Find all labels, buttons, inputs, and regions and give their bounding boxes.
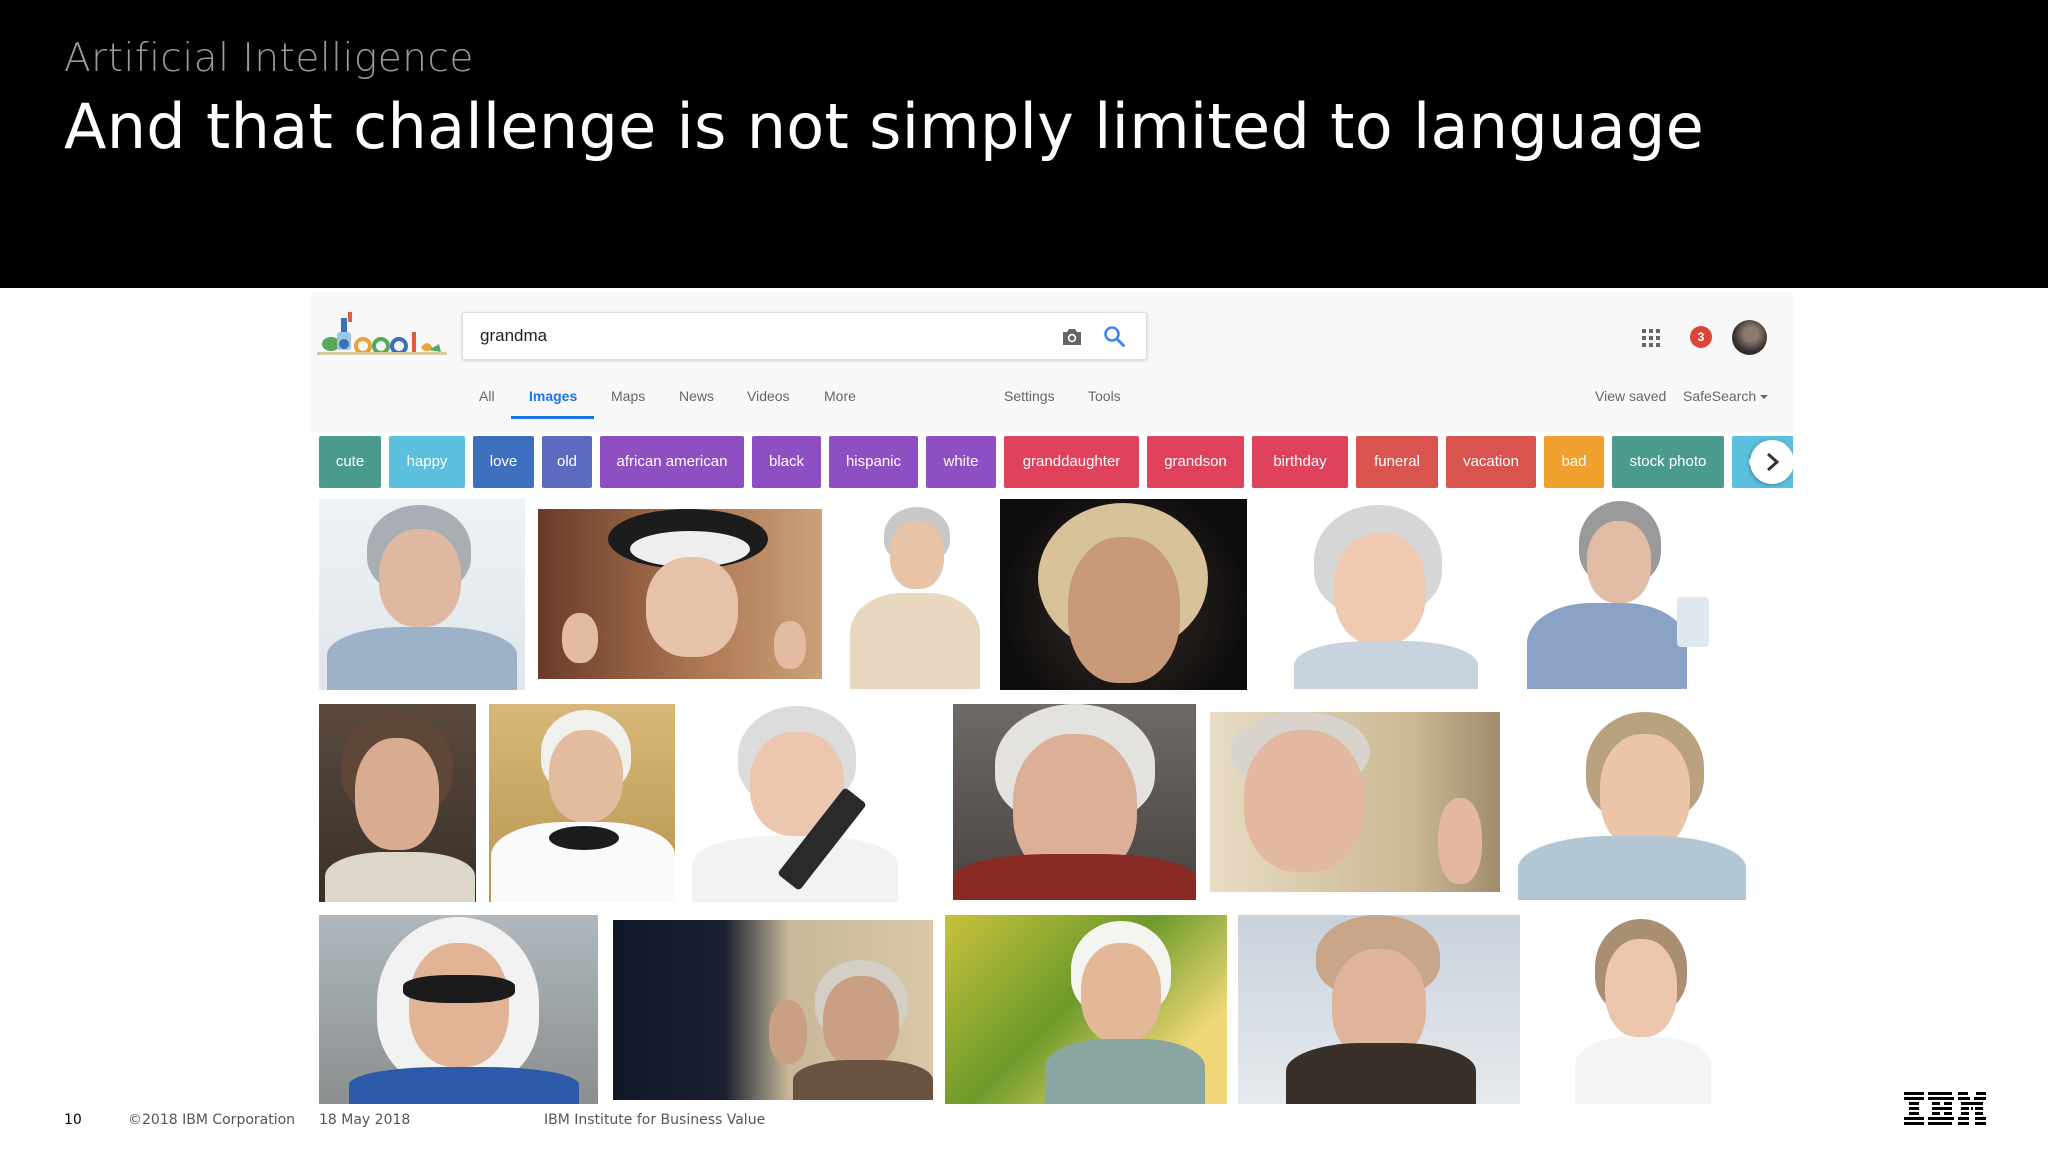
tab-all[interactable]: All [479, 388, 495, 418]
image-result[interactable] [489, 704, 675, 902]
tab-more[interactable]: More [824, 388, 856, 418]
image-result[interactable] [1238, 915, 1520, 1104]
tab-images[interactable]: Images [529, 388, 577, 418]
slide-date: 18 May 2018 [319, 1112, 411, 1128]
image-result[interactable] [945, 915, 1227, 1104]
chip-cute[interactable]: cute [319, 436, 381, 488]
chips-next-button[interactable] [1750, 440, 1793, 484]
chip-vacation[interactable]: vacation [1446, 436, 1536, 488]
ibm-logo [1904, 1092, 1986, 1125]
page-number: 10 [64, 1112, 82, 1128]
active-tab-indicator [511, 416, 594, 419]
chip-granddaughter[interactable]: granddaughter [1004, 436, 1139, 488]
image-search-screenshot: grandma 3 All Images Maps News Videos Mo… [311, 292, 1793, 1114]
chip-stock-photo[interactable]: stock photo [1612, 436, 1724, 488]
tab-maps[interactable]: Maps [611, 388, 645, 418]
slide-header: Artificial Intelligence And that challen… [0, 0, 2048, 288]
related-search-chips: cute happy love old african american bla… [319, 436, 1793, 488]
image-result[interactable] [1276, 499, 1486, 689]
image-result[interactable] [953, 704, 1196, 900]
chip-love[interactable]: love [473, 436, 534, 488]
chip-grandson[interactable]: grandson [1147, 436, 1244, 488]
view-saved-link[interactable]: View saved [1595, 388, 1666, 418]
chip-bad[interactable]: bad [1544, 436, 1604, 488]
image-result[interactable] [1517, 499, 1717, 689]
chip-white[interactable]: white [926, 436, 996, 488]
chip-old[interactable]: old [542, 436, 592, 488]
apps-grid-icon[interactable] [1641, 328, 1661, 348]
avatar[interactable] [1732, 320, 1767, 355]
search-query: grandma [480, 326, 548, 345]
image-result[interactable] [688, 704, 898, 902]
image-result[interactable] [836, 499, 986, 689]
tab-news[interactable]: News [679, 388, 714, 418]
notification-badge[interactable]: 3 [1690, 326, 1712, 348]
image-result[interactable] [319, 704, 476, 902]
image-result[interactable] [1000, 499, 1247, 690]
doodle-logo[interactable] [317, 310, 447, 360]
chip-black[interactable]: black [752, 436, 821, 488]
safesearch-dropdown[interactable]: SafeSearch [1683, 388, 1769, 418]
slide-title: And that challenge is not simply limited… [64, 90, 1705, 163]
chip-happy[interactable]: happy [389, 436, 465, 488]
image-result[interactable] [1210, 712, 1500, 892]
organization: IBM Institute for Business Value [544, 1112, 766, 1128]
image-result[interactable] [1571, 915, 1711, 1104]
chip-hispanic[interactable]: hispanic [829, 436, 918, 488]
image-result[interactable] [319, 915, 598, 1104]
image-result[interactable] [319, 499, 525, 690]
copyright: ©2018 IBM Corporation [128, 1112, 296, 1128]
chevron-right-icon [1767, 452, 1780, 472]
search-icon[interactable] [1102, 324, 1126, 348]
tools-link[interactable]: Tools [1088, 388, 1121, 418]
image-result[interactable] [1516, 704, 1746, 900]
chip-funeral[interactable]: funeral [1356, 436, 1438, 488]
chevron-down-icon [1760, 395, 1769, 400]
tab-videos[interactable]: Videos [747, 388, 790, 418]
chip-african-american[interactable]: african american [600, 436, 744, 488]
chip-birthday[interactable]: birthday [1252, 436, 1348, 488]
settings-link[interactable]: Settings [1004, 388, 1055, 418]
search-input[interactable]: grandma [462, 312, 1147, 360]
image-result[interactable] [613, 920, 933, 1100]
slide-subtitle: Artificial Intelligence [64, 36, 474, 81]
safesearch-label: SafeSearch [1683, 388, 1757, 404]
camera-icon[interactable] [1060, 325, 1084, 349]
image-result[interactable] [538, 509, 822, 679]
search-tabs: All Images Maps News Videos More Setting… [311, 388, 1793, 418]
